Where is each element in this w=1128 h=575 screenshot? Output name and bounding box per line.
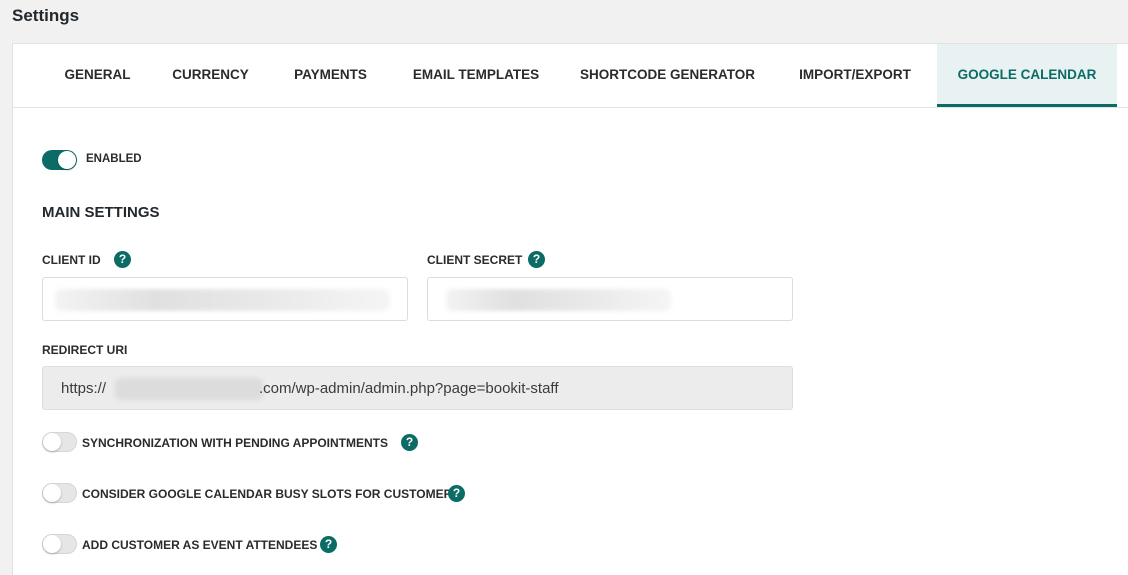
main-settings-title: MAIN SETTINGS: [42, 204, 160, 221]
toggle-knob: [58, 151, 76, 169]
client-secret-input[interactable]: [427, 277, 793, 321]
tab-google-calendar[interactable]: GOOGLE CALENDAR: [937, 44, 1117, 107]
attendees-help-icon[interactable]: ?: [320, 536, 337, 553]
client-secret-help-icon[interactable]: ?: [528, 251, 545, 268]
client-secret-label: CLIENT SECRET: [427, 253, 523, 267]
redirect-uri-prefix: https://: [61, 380, 107, 397]
tab-shortcode-generator[interactable]: SHORTCODE GENERATOR: [575, 44, 760, 107]
tab-general[interactable]: GENERAL: [55, 44, 140, 107]
pending-sync-help-icon[interactable]: ?: [401, 434, 418, 451]
tab-import-export[interactable]: IMPORT/EXPORT: [790, 44, 920, 107]
toggle-knob: [43, 484, 61, 502]
redacted-value: [446, 289, 671, 311]
busy-slots-help-icon[interactable]: ?: [448, 485, 465, 502]
pending-sync-toggle[interactable]: [42, 432, 77, 452]
tab-bar: GENERAL CURRENCY PAYMENTS EMAIL TEMPLATE…: [13, 44, 1128, 108]
redirect-uri-label: REDIRECT URI: [42, 343, 128, 357]
page-title: Settings: [12, 6, 80, 25]
toggle-knob: [43, 433, 61, 451]
pending-sync-label: SYNCHRONIZATION WITH PENDING APPOINTMENT…: [82, 436, 388, 450]
redacted-domain: [115, 378, 263, 400]
redirect-uri-field[interactable]: https:// .com/wp-admin/admin.php?page=bo…: [42, 366, 793, 410]
attendees-toggle[interactable]: [42, 534, 77, 554]
enabled-label: ENABLED: [86, 153, 142, 165]
redirect-uri-suffix: .com/wp-admin/admin.php?page=bookit-staf…: [259, 380, 559, 397]
toggle-knob: [43, 535, 61, 553]
redacted-value: [55, 289, 390, 311]
attendees-label: ADD CUSTOMER AS EVENT ATTENDEES: [82, 538, 318, 552]
tab-payments[interactable]: PAYMENTS: [283, 44, 378, 107]
client-id-help-icon[interactable]: ?: [114, 251, 131, 268]
busy-slots-label: CONSIDER GOOGLE CALENDAR BUSY SLOTS FOR …: [82, 487, 461, 501]
tab-email-templates[interactable]: EMAIL TEMPLATES: [406, 44, 546, 107]
settings-panel: GENERAL CURRENCY PAYMENTS EMAIL TEMPLATE…: [12, 43, 1128, 575]
client-id-input[interactable]: [42, 277, 408, 321]
tab-currency[interactable]: CURRENCY: [163, 44, 258, 107]
busy-slots-toggle[interactable]: [42, 483, 77, 503]
enabled-toggle[interactable]: [42, 150, 77, 170]
client-id-label: CLIENT ID: [42, 253, 101, 267]
